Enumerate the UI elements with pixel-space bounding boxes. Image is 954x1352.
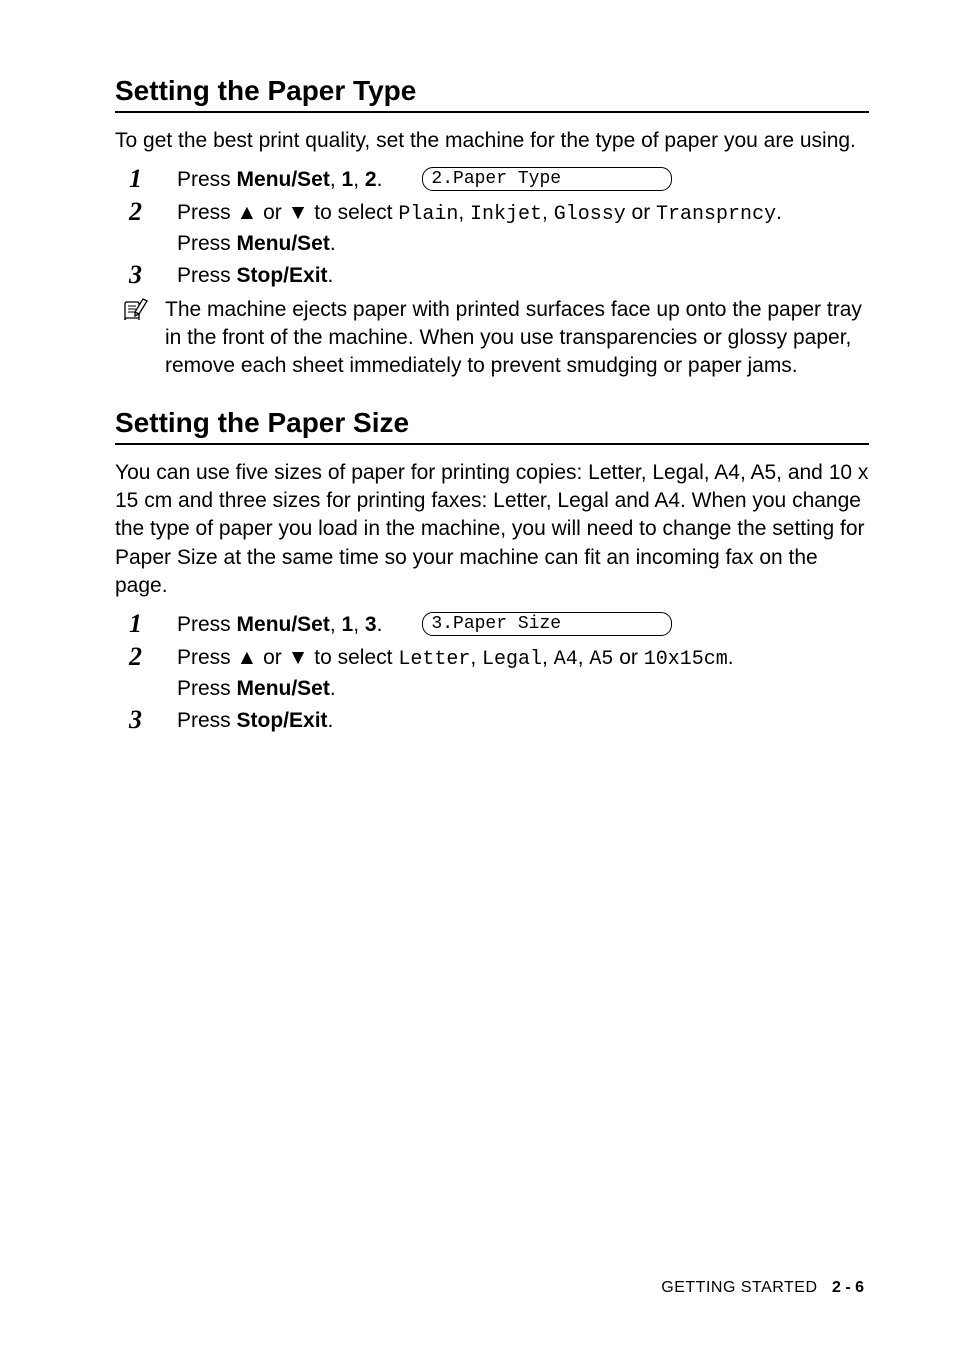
step-number: 1 <box>115 165 177 194</box>
section-title: Setting the Paper Type <box>115 75 869 107</box>
note-text: The machine ejects paper with printed su… <box>165 296 869 381</box>
footer-label: GETTING STARTED <box>661 1279 817 1296</box>
section-paper-size: Setting the Paper Size You can use five … <box>115 407 869 737</box>
step-instruction: Press Menu/Set, 1, 3. <box>177 610 382 640</box>
page-content: Setting the Paper Type To get the best p… <box>0 0 954 737</box>
step-instruction: Press ▲ or ▼ to select Plain, Inkjet, Gl… <box>177 198 869 259</box>
section-paper-type: Setting the Paper Type To get the best p… <box>115 75 869 381</box>
note-icon <box>115 296 165 329</box>
intro-text: You can use five sizes of paper for prin… <box>115 459 869 601</box>
step-list: 1 Press Menu/Set, 1, 3. 3.Paper Size 2 P… <box>115 610 869 736</box>
step-instruction: Press Stop/Exit. <box>177 706 869 736</box>
step-number: 3 <box>115 706 177 735</box>
step-1: 1 Press Menu/Set, 1, 2. 2.Paper Type <box>115 165 869 195</box>
step-3: 3 Press Stop/Exit. <box>115 706 869 736</box>
section-title: Setting the Paper Size <box>115 407 869 439</box>
page-footer: GETTING STARTED 2 - 6 <box>661 1279 864 1297</box>
lcd-display: 3.Paper Size <box>422 612 672 636</box>
step-instruction: Press Menu/Set, 1, 2. <box>177 165 382 195</box>
step-1: 1 Press Menu/Set, 1, 3. 3.Paper Size <box>115 610 869 640</box>
step-2: 2 Press ▲ or ▼ to select Letter, Legal, … <box>115 643 869 704</box>
step-number: 2 <box>115 198 177 227</box>
footer-page-number: 2 - 6 <box>832 1279 864 1296</box>
section-divider <box>115 111 869 113</box>
lcd-display: 2.Paper Type <box>422 167 672 191</box>
note-block: The machine ejects paper with printed su… <box>115 296 869 381</box>
step-instruction: Press Stop/Exit. <box>177 261 869 291</box>
step-number: 3 <box>115 261 177 290</box>
step-3: 3 Press Stop/Exit. <box>115 261 869 291</box>
step-2: 2 Press ▲ or ▼ to select Plain, Inkjet, … <box>115 198 869 259</box>
intro-text: To get the best print quality, set the m… <box>115 127 869 155</box>
step-number: 1 <box>115 610 177 639</box>
section-divider <box>115 443 869 445</box>
step-instruction: Press ▲ or ▼ to select Letter, Legal, A4… <box>177 643 869 704</box>
step-number: 2 <box>115 643 177 672</box>
step-list: 1 Press Menu/Set, 1, 2. 2.Paper Type 2 P… <box>115 165 869 291</box>
